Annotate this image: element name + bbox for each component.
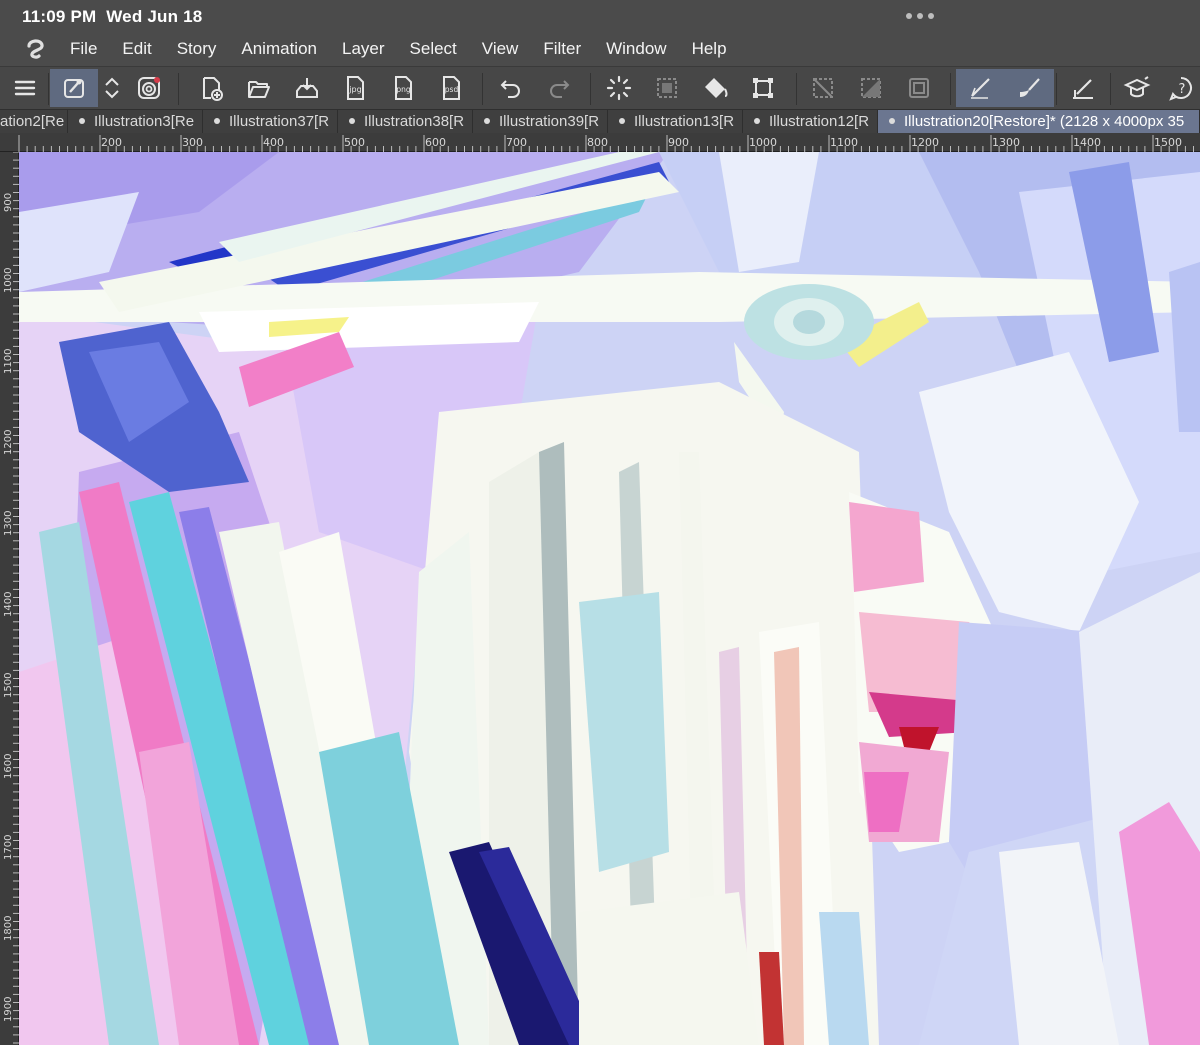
tab-label: Illustration39[R	[499, 113, 600, 130]
menu-story[interactable]: Story	[177, 39, 217, 59]
up-down-arrows-icon[interactable]	[98, 69, 126, 107]
status-time: 11:09 PM Wed Jun 18	[22, 7, 202, 27]
loading-icon[interactable]	[596, 69, 642, 107]
tab-label: ation2[Re	[0, 113, 65, 130]
ruler-label: 1400	[3, 591, 14, 617]
crop-selection-icon[interactable]	[896, 69, 942, 107]
svg-text:?: ?	[1179, 82, 1186, 97]
tab-label: Illustration37[R	[229, 113, 330, 130]
menu-bar: File Edit Story Animation Layer Select V…	[0, 32, 1200, 66]
ruler-label: 200	[101, 136, 122, 149]
ruler-label: 1600	[3, 753, 14, 779]
ruler-label: 1400	[1073, 136, 1101, 149]
tab-illustration12[interactable]: Illustration12[R	[743, 110, 878, 133]
export-psd-icon[interactable]: psd	[428, 69, 474, 107]
menu-view[interactable]: View	[482, 39, 519, 59]
fill-bucket-icon[interactable]	[692, 69, 738, 107]
redo-icon[interactable]	[536, 69, 582, 107]
tab-illustration13[interactable]: Illustration13[R	[608, 110, 743, 133]
svg-text:jpg: jpg	[348, 85, 361, 94]
status-bar: 11:09 PM Wed Jun 18	[0, 0, 1200, 32]
menu-icon[interactable]	[2, 69, 48, 107]
tab-label: Illustration3[Re	[94, 113, 195, 130]
time-text: 11:09 PM	[22, 7, 97, 26]
ruler-label: 900	[3, 192, 14, 212]
menu-animation[interactable]: Animation	[241, 39, 317, 59]
ruler-label: 900	[668, 136, 689, 149]
horizontal-ruler: 200 300 400 500 600 700 800 900 1000 110…	[0, 133, 1200, 152]
color-wheel-icon[interactable]	[126, 69, 172, 107]
menu-filter[interactable]: Filter	[543, 39, 581, 59]
ruler-label: 1000	[3, 267, 14, 293]
transform-icon[interactable]	[740, 69, 786, 107]
ruler-label: 1900	[3, 996, 14, 1022]
svg-text:psd: psd	[445, 85, 459, 94]
brush-tool-icon[interactable]	[1004, 69, 1054, 107]
save-icon[interactable]	[284, 69, 330, 107]
ruler-label: 1100	[3, 348, 14, 374]
tab-label: Illustration20[Restore]* (2128 x 4000px …	[904, 113, 1185, 130]
ruler-label: 400	[263, 136, 284, 149]
new-file-icon[interactable]	[188, 69, 234, 107]
tab-illustration2[interactable]: ation2[Re	[0, 110, 68, 133]
tab-label: Illustration13[R	[634, 113, 735, 130]
ruler-label: 700	[506, 136, 527, 149]
undo-icon[interactable]	[488, 69, 534, 107]
menu-edit[interactable]: Edit	[122, 39, 151, 59]
ruler-pen-icon[interactable]	[1060, 69, 1106, 107]
drawing-canvas[interactable]	[19, 152, 1200, 1045]
ruler-label: 600	[425, 136, 446, 149]
export-png-icon[interactable]: png	[380, 69, 426, 107]
ruler-label: 1100	[830, 136, 858, 149]
invert-selection-icon[interactable]	[848, 69, 894, 107]
pen-tool-icon[interactable]	[956, 69, 1004, 107]
tab-illustration3[interactable]: Illustration3[Re	[68, 110, 203, 133]
ruler-label: 1300	[3, 510, 14, 536]
vertical-ruler: 900 1000 1100 1200 1300 1400 1500 1600 1…	[0, 152, 19, 1045]
artwork	[19, 152, 1200, 1045]
menu-select[interactable]: Select	[410, 39, 457, 59]
tab-illustration38[interactable]: Illustration38[R	[338, 110, 473, 133]
document-tab-bar: ation2[Re Illustration3[Re Illustration3…	[0, 109, 1200, 133]
multitasking-dots-icon[interactable]	[906, 13, 934, 19]
menu-window[interactable]: Window	[606, 39, 666, 59]
help-icon[interactable]: ?	[1162, 69, 1200, 107]
sub-tool-icon[interactable]	[50, 69, 98, 107]
date-text: Wed Jun 18	[106, 7, 203, 26]
ruler-label: 1800	[3, 915, 14, 941]
ruler-label: 1300	[992, 136, 1020, 149]
ruler-label: 1200	[911, 136, 939, 149]
app-logo-icon[interactable]	[22, 35, 50, 63]
menu-layer[interactable]: Layer	[342, 39, 385, 59]
ruler-label: 1200	[3, 429, 14, 455]
ruler-label: 1700	[3, 834, 14, 860]
select-transform-icon[interactable]	[644, 69, 690, 107]
menu-help[interactable]: Help	[692, 39, 727, 59]
export-jpg-icon[interactable]: jpg	[332, 69, 378, 107]
command-bar: jpg png psd ?	[0, 66, 1200, 109]
ruler-label: 1000	[749, 136, 777, 149]
tab-illustration37[interactable]: Illustration37[R	[203, 110, 338, 133]
tab-illustration39[interactable]: Illustration39[R	[473, 110, 608, 133]
open-folder-icon[interactable]	[236, 69, 282, 107]
tab-illustration20-active[interactable]: Illustration20[Restore]* (2128 x 4000px …	[878, 110, 1200, 133]
ruler-label: 800	[587, 136, 608, 149]
tab-label: Illustration12[R	[769, 113, 870, 130]
ruler-label: 300	[182, 136, 203, 149]
tab-label: Illustration38[R	[364, 113, 465, 130]
ruler-label: 1500	[3, 672, 14, 698]
svg-text:png: png	[396, 85, 411, 94]
learn-icon[interactable]	[1114, 69, 1160, 107]
menu-file[interactable]: File	[70, 39, 97, 59]
deselect-icon[interactable]	[800, 69, 846, 107]
ruler-label: 1500	[1154, 136, 1182, 149]
ruler-label: 500	[344, 136, 365, 149]
